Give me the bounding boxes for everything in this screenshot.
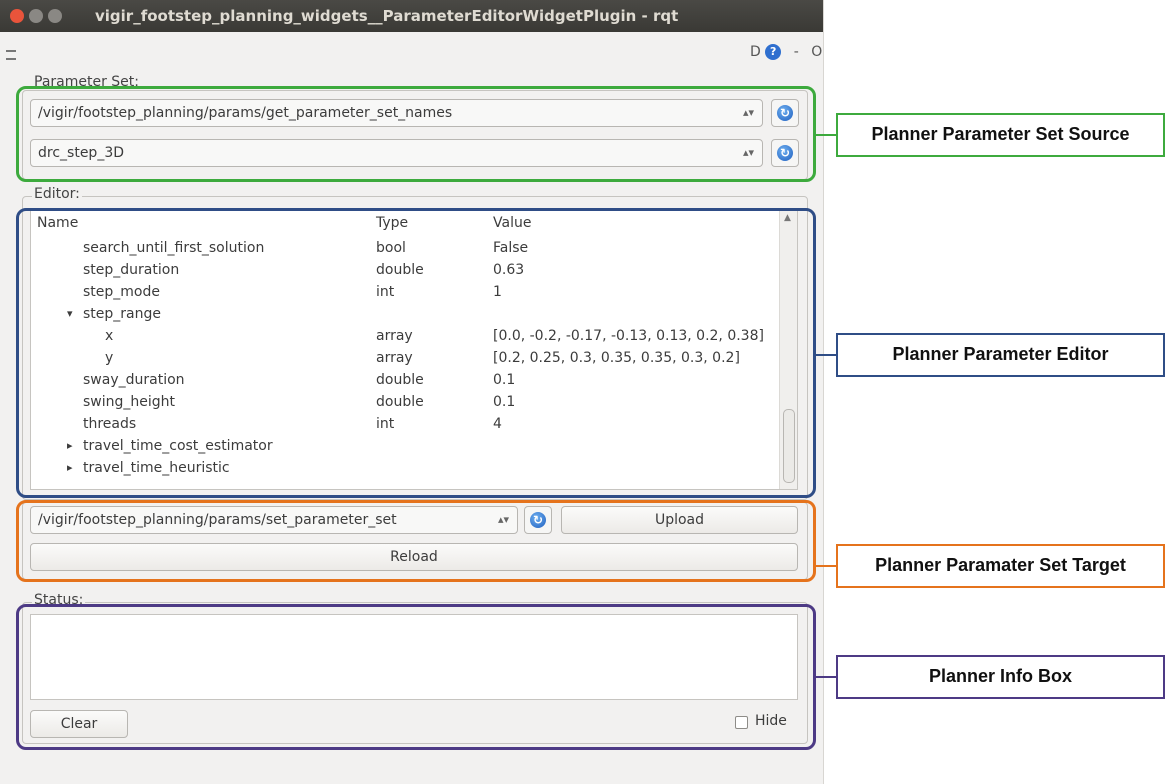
- source-callout: Planner Parameter Set Source: [836, 113, 1165, 157]
- source-connector: [816, 134, 836, 136]
- target-highlight: [16, 500, 816, 582]
- title-bar: vigir_footstep_planning_widgets__Paramet…: [0, 0, 823, 32]
- editor-callout: Planner Parameter Editor: [836, 333, 1165, 377]
- source-highlight: [16, 86, 816, 182]
- dock-controls: D ? - O: [750, 44, 822, 60]
- dock-close-button[interactable]: O: [811, 44, 822, 60]
- window-maximize-button[interactable]: [48, 9, 62, 23]
- info-callout: Planner Info Box: [836, 655, 1165, 699]
- window-minimize-button[interactable]: [29, 9, 43, 23]
- dock-d-button[interactable]: D: [750, 44, 761, 60]
- dock-minimize-button[interactable]: -: [794, 44, 799, 60]
- window-close-button[interactable]: [10, 9, 24, 23]
- info-connector: [816, 676, 836, 678]
- help-icon[interactable]: ?: [765, 44, 782, 60]
- editor-connector: [816, 354, 836, 356]
- editor-label: Editor:: [32, 186, 82, 202]
- target-connector: [816, 565, 836, 567]
- info-highlight: [16, 604, 816, 750]
- dock-grip-icon[interactable]: [6, 50, 16, 60]
- editor-highlight: [16, 208, 816, 498]
- target-callout: Planner Paramater Set Target: [836, 544, 1165, 588]
- window-title: vigir_footstep_planning_widgets__Paramet…: [95, 7, 679, 25]
